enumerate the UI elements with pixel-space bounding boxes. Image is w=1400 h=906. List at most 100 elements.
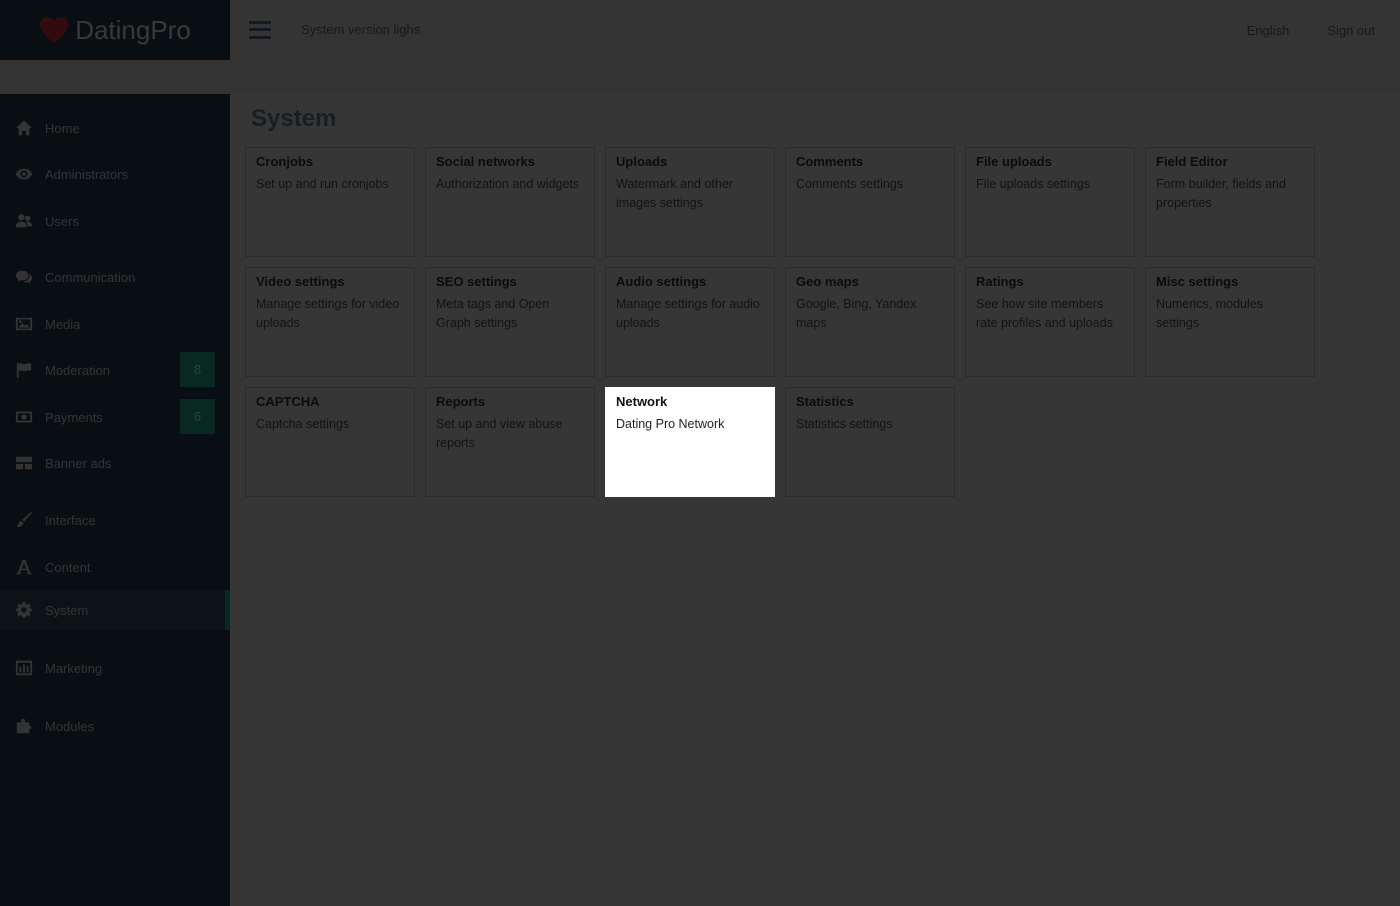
sidebar-item-label: Banner ads [45, 455, 112, 471]
card-title: Ratings [976, 274, 1024, 289]
page-title: System [251, 105, 337, 132]
card-title: Misc settings [1156, 274, 1239, 289]
system-version-text: System version lighs [301, 22, 421, 37]
card-statistics[interactable]: Statistics Statistics settings [785, 387, 955, 497]
heart-icon [40, 16, 69, 44]
hamburger-menu-icon[interactable] [249, 20, 271, 39]
language-selector[interactable]: English [1247, 23, 1290, 38]
card-network[interactable]: Network Dating Pro Network [605, 387, 775, 497]
grid-icon [14, 453, 34, 473]
card-title: CAPTCHA [256, 394, 320, 409]
payments-count-badge: 6 [180, 399, 215, 434]
card-title: Comments [796, 154, 864, 169]
card-desc: Numerics, modules settings [1156, 297, 1263, 330]
sidebar-item-users[interactable]: Users [0, 201, 230, 241]
card-desc: Manage settings for video uploads [256, 297, 400, 330]
card-desc: Meta tags and Open Graph settings [436, 297, 550, 330]
card-field-editor[interactable]: Field Editor Form builder, fields and pr… [1145, 147, 1315, 257]
sidebar-item-label: Media [45, 316, 81, 332]
card-desc: Watermark and other images settings [616, 177, 733, 210]
card-desc: See how site members rate profiles and u… [976, 297, 1113, 330]
card-seo-settings[interactable]: SEO settings Meta tags and Open Graph se… [425, 267, 595, 377]
flag-icon [14, 360, 34, 380]
sidebar-item-modules[interactable]: Modules [0, 706, 230, 746]
sidebar-item-label: Administrators [45, 166, 129, 182]
sidebar-item-banner-ads[interactable]: Banner ads [0, 443, 230, 483]
sidebar-item-home[interactable]: Home [0, 108, 230, 148]
gear-icon [14, 600, 34, 620]
card-desc: Captcha settings [256, 417, 350, 431]
card-social-networks[interactable]: Social networks Authorization and widget… [425, 147, 595, 257]
eye-icon [14, 164, 34, 184]
card-desc: Manage settings for audio uploads [616, 297, 760, 330]
card-title: Statistics [796, 394, 854, 409]
card-title: Audio settings [616, 274, 707, 289]
card-title: Network [616, 394, 668, 409]
card-title: Field Editor [1156, 154, 1228, 169]
sidebar-item-marketing[interactable]: Marketing [0, 648, 230, 688]
card-desc: Dating Pro Network [616, 417, 725, 431]
card-comments[interactable]: Comments Comments settings [785, 147, 955, 257]
card-title: Reports [436, 394, 486, 409]
brand-name: DatingPro [75, 14, 191, 45]
sidebar-item-content[interactable]: Content [0, 547, 230, 587]
sidebar-item-label: Modules [45, 718, 95, 734]
card-geo-maps[interactable]: Geo maps Google, Bing, Yandex maps [785, 267, 955, 377]
font-icon [14, 557, 34, 577]
card-desc: Set up and run cronjobs [256, 177, 389, 191]
card-desc: Form builder, fields and properties [1156, 177, 1286, 210]
image-icon [14, 314, 34, 334]
sidebar-item-media[interactable]: Media [0, 304, 230, 344]
card-desc: Set up and view abuse reports [436, 417, 563, 450]
card-reports[interactable]: Reports Set up and view abuse reports [425, 387, 595, 497]
sidebar-item-label: Payments [45, 409, 103, 425]
sign-out-link[interactable]: Sign out [1327, 23, 1375, 38]
subheader-strip [0, 60, 1400, 94]
card-title: Cronjobs [256, 154, 314, 169]
sidebar-item-administrators[interactable]: Administrators [0, 154, 230, 194]
home-icon [14, 118, 34, 138]
card-title: Geo maps [796, 274, 859, 289]
card-title: Uploads [616, 154, 668, 169]
sidebar-item-communication[interactable]: Communication [0, 257, 230, 297]
card-ratings[interactable]: Ratings See how site members rate profil… [965, 267, 1135, 377]
moderation-count-badge: 8 [180, 352, 215, 387]
money-icon [14, 407, 34, 427]
card-video-settings[interactable]: Video settings Manage settings for video… [245, 267, 415, 377]
card-desc: Statistics settings [796, 417, 893, 431]
puzzle-icon [14, 716, 34, 736]
sidebar-item-moderation[interactable]: Moderation 8 [0, 350, 230, 390]
card-title: Video settings [256, 274, 345, 289]
brush-icon [14, 510, 34, 530]
card-captcha[interactable]: CAPTCHA Captcha settings [245, 387, 415, 497]
sidebar-item-payments[interactable]: Payments 6 [0, 397, 230, 437]
sidebar-item-label: Communication [45, 269, 136, 285]
sidebar-item-label: System [45, 602, 89, 618]
card-title: Social networks [436, 154, 535, 169]
card-title: File uploads [976, 154, 1052, 169]
sidebar-item-label: Home [45, 120, 80, 136]
sidebar-item-label: Users [45, 213, 79, 229]
card-misc-settings[interactable]: Misc settings Numerics, modules settings [1145, 267, 1315, 377]
card-desc: Comments settings [796, 177, 903, 191]
card-title: SEO settings [436, 274, 517, 289]
card-file-uploads[interactable]: File uploads File uploads settings [965, 147, 1135, 257]
card-desc: Authorization and widgets [436, 177, 580, 191]
sidebar-item-label: Marketing [45, 660, 103, 676]
sidebar-item-label: Content [45, 559, 91, 575]
sidebar-item-interface[interactable]: Interface [0, 500, 230, 540]
card-cronjobs[interactable]: Cronjobs Set up and run cronjobs [245, 147, 415, 257]
card-desc: Google, Bing, Yandex maps [796, 297, 917, 330]
sidebar-item-system[interactable]: System [0, 590, 230, 630]
brand-logo[interactable]: DatingPro [0, 0, 230, 60]
sidebar-item-label: Interface [45, 512, 96, 528]
top-bar: System version lighs English Sign out [230, 0, 1400, 60]
sidebar: DatingPro Home Administrators Users Comm… [0, 0, 230, 906]
chart-icon [14, 658, 34, 678]
sidebar-item-label: Moderation [45, 362, 111, 378]
comments-icon [14, 267, 34, 287]
card-audio-settings[interactable]: Audio settings Manage settings for audio… [605, 267, 775, 377]
card-uploads[interactable]: Uploads Watermark and other images setti… [605, 147, 775, 257]
topbar-actions: English Sign out [1247, 0, 1375, 60]
users-icon [14, 211, 34, 231]
